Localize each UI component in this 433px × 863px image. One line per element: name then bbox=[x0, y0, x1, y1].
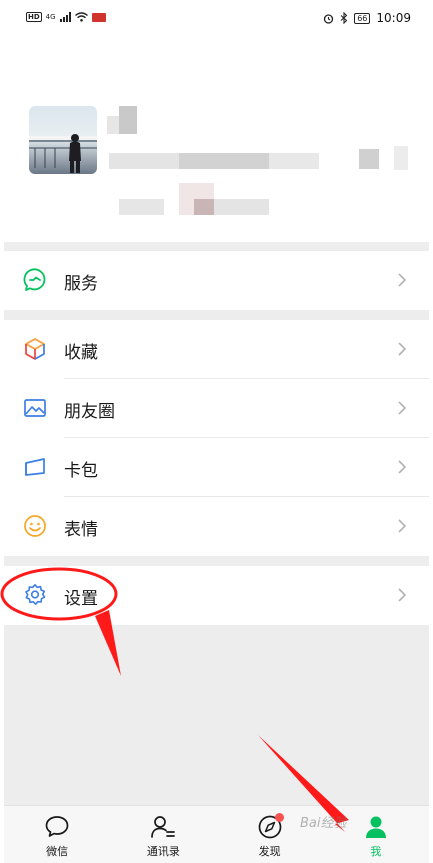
tab-chats[interactable]: 微信 bbox=[4, 806, 110, 863]
status-left: HD 4G bbox=[26, 12, 106, 22]
menu-label-cards: 卡包 bbox=[64, 461, 98, 481]
menu-label-favorites: 收藏 bbox=[64, 343, 98, 363]
signal-icon bbox=[59, 12, 71, 22]
sticker-smiley-icon bbox=[24, 515, 46, 537]
watermark-text: Bai经验 bbox=[300, 816, 347, 831]
menu-label-settings: 设置 bbox=[64, 589, 98, 609]
status-bar: HD 4G 66 10:09 bbox=[4, 0, 429, 36]
chevron-right-icon bbox=[398, 273, 407, 287]
menu-item-services[interactable]: 服务 bbox=[4, 251, 429, 310]
wifi-icon bbox=[74, 12, 88, 22]
chevron-right-icon bbox=[398, 460, 407, 474]
menu-item-moments[interactable]: 朋友圈 bbox=[4, 379, 429, 438]
notification-app-icon bbox=[91, 12, 106, 22]
menu-item-stickers[interactable]: 表情 bbox=[4, 497, 429, 556]
menu-label-moments: 朋友圈 bbox=[64, 402, 115, 422]
services-group: 服务 bbox=[4, 251, 429, 310]
chat-bubble-icon bbox=[45, 816, 69, 837]
alarm-icon bbox=[324, 13, 334, 24]
tab-contacts[interactable]: 通讯录 bbox=[110, 806, 216, 863]
menu-label-stickers: 表情 bbox=[64, 520, 98, 540]
menu-item-cards[interactable]: 卡包 bbox=[4, 438, 429, 497]
gear-icon bbox=[25, 584, 46, 605]
contacts-icon bbox=[151, 816, 176, 838]
tab-label-me: 我 bbox=[370, 845, 382, 858]
wechat-me-screen: HD 4G 66 10:09 服务 收藏 朋友圈 卡包 表情 设置 微信 通讯录… bbox=[4, 0, 429, 863]
chevron-right-icon bbox=[398, 401, 407, 415]
menu-item-favorites[interactable]: 收藏 bbox=[4, 320, 429, 379]
clock: 10:09 bbox=[376, 11, 411, 25]
card-wallet-icon bbox=[25, 458, 45, 476]
services-icon bbox=[23, 268, 46, 291]
tab-label-chats: 微信 bbox=[46, 845, 69, 858]
hd-badge: HD bbox=[26, 12, 42, 22]
settings-group: 设置 bbox=[4, 566, 429, 625]
main-menu-group: 收藏 朋友圈 卡包 表情 bbox=[4, 320, 429, 556]
notification-dot bbox=[274, 813, 284, 822]
me-icon bbox=[365, 816, 386, 838]
favorites-cube-icon bbox=[25, 338, 45, 360]
menu-label-services: 服务 bbox=[64, 274, 98, 294]
moments-picture-icon bbox=[24, 399, 46, 417]
bottom-tab-bar: 微信 通讯录 发现 我 bbox=[4, 805, 429, 863]
bluetooth-icon bbox=[340, 12, 348, 24]
battery-icon: 66 bbox=[354, 12, 371, 24]
tab-label-contacts: 通讯录 bbox=[146, 845, 180, 858]
avatar[interactable] bbox=[29, 106, 97, 174]
menu-item-settings[interactable]: 设置 bbox=[4, 566, 429, 625]
chevron-right-icon bbox=[398, 519, 407, 533]
profile-header[interactable] bbox=[4, 36, 429, 242]
chevron-right-icon bbox=[398, 342, 407, 356]
tab-label-discover: 发现 bbox=[258, 845, 281, 858]
chevron-right-icon bbox=[398, 588, 407, 602]
avatar-photo bbox=[29, 106, 97, 174]
status-right: 66 10:09 bbox=[323, 11, 411, 25]
network-type: 4G bbox=[45, 13, 56, 21]
